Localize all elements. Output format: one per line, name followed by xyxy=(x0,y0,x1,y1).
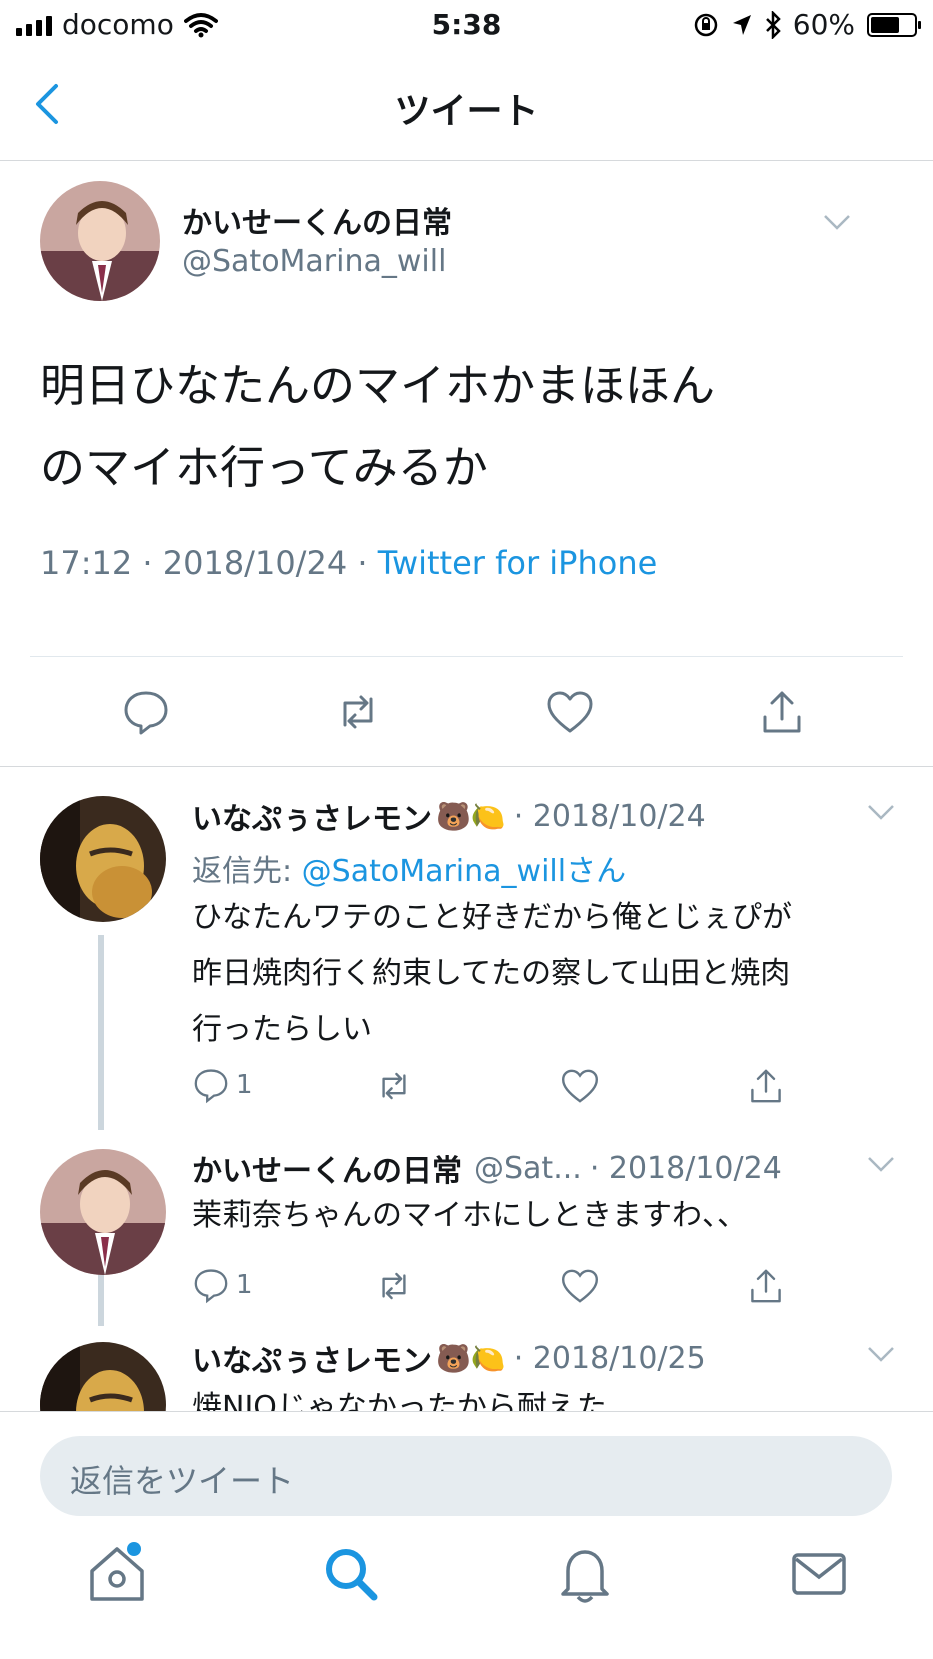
reply-header: いなぷぅさレモン 🐻🍋 · 2018/10/25 xyxy=(192,1336,706,1380)
notifications-icon[interactable] xyxy=(550,1539,620,1609)
like-icon[interactable] xyxy=(545,687,595,737)
reply-action-reply[interactable]: 1 xyxy=(192,1066,253,1104)
chevron-down-icon[interactable] xyxy=(866,1154,896,1174)
reply-author-name[interactable]: かいせーくんの日常 xyxy=(192,1146,462,1190)
reply-text: 茉莉奈ちゃんのマイホにしときますわ、、 xyxy=(192,1188,912,1244)
author-avatar[interactable] xyxy=(40,181,160,301)
retweet-icon[interactable] xyxy=(374,1066,414,1106)
reply-header: いなぷぅさレモン 🐻🍋 · 2018/10/24 xyxy=(192,794,706,838)
like-icon[interactable] xyxy=(560,1066,600,1106)
reply-text-line: ひなたんワテのこと好きだから俺とじぇぴが xyxy=(192,900,792,935)
tweet-source-link[interactable]: Twitter for iPhone xyxy=(378,544,658,582)
home-icon[interactable] xyxy=(82,1539,152,1609)
orientation-lock-icon xyxy=(694,13,718,36)
chevron-down-icon[interactable] xyxy=(822,212,852,232)
battery-icon xyxy=(867,12,921,37)
reply-to: 返信先: @SatoMarina_willさん xyxy=(192,846,626,890)
navigation-bar: ツイート xyxy=(0,52,933,161)
retweet-icon[interactable] xyxy=(374,1266,414,1306)
reply-input[interactable]: 返信をツイート xyxy=(40,1436,892,1516)
reply-text: ひなたんワテのこと好きだから俺とじぇぴが 昨日焼肉行く約束してたの察して山田と焼… xyxy=(192,890,912,1058)
thread-line xyxy=(98,1274,104,1326)
tweet-timestamp: 17:12 · 2018/10/24 · xyxy=(40,544,378,582)
divider xyxy=(30,656,903,657)
reply-count: 1 xyxy=(236,1070,253,1100)
battery-percent: 60% xyxy=(792,8,855,41)
reply-count: 1 xyxy=(236,1270,253,1300)
reply-text-line: 行ったらしい xyxy=(192,1012,372,1047)
chevron-down-icon[interactable] xyxy=(866,1344,896,1364)
reply-icon[interactable] xyxy=(121,687,171,737)
reply-date[interactable]: · 2018/10/24 xyxy=(590,1151,782,1186)
divider xyxy=(0,766,933,767)
reply-author-name[interactable]: いなぷぅさレモン xyxy=(192,794,432,838)
reply-icon[interactable] xyxy=(192,1066,230,1104)
reply-text-line: 昨日焼肉行く約束してたの察して山田と焼肉 xyxy=(192,956,791,991)
reply-author-emojis: 🐻🍋 xyxy=(436,1341,506,1375)
reply-text-line: 茉莉奈ちゃんのマイホにしときますわ、、 xyxy=(192,1198,747,1233)
status-bar: docomo 5:38 60% xyxy=(0,0,933,52)
messages-icon[interactable] xyxy=(784,1539,854,1609)
tab-bar xyxy=(0,1519,933,1659)
reply-icon[interactable] xyxy=(192,1266,230,1304)
author-name[interactable]: かいせーくんの日常 xyxy=(182,198,452,242)
tweet-text-line: 明日ひなたんのマイホかまほほん xyxy=(40,359,716,412)
reply-to-handle[interactable]: @SatoMarina_willさん xyxy=(302,854,626,889)
reply-composer-bar: 返信をツイート xyxy=(0,1411,933,1520)
reply-avatar[interactable] xyxy=(40,796,166,922)
share-icon[interactable] xyxy=(757,687,807,737)
reply-author-name[interactable]: いなぷぅさレモン xyxy=(192,1336,432,1380)
reply-author-handle[interactable]: @Sat... xyxy=(474,1151,582,1186)
reply-action-reply[interactable]: 1 xyxy=(192,1266,253,1304)
chevron-down-icon[interactable] xyxy=(866,802,896,822)
retweet-icon[interactable] xyxy=(333,687,383,737)
thread-line xyxy=(98,935,104,1130)
tweet-text: 明日ひなたんのマイホかまほほん のマイホ行ってみるか xyxy=(40,345,900,509)
author-handle[interactable]: @SatoMarina_will xyxy=(182,244,446,279)
location-icon xyxy=(732,14,751,35)
reply-header: かいせーくんの日常 @Sat... · 2018/10/24 xyxy=(192,1146,782,1190)
reply-author-emojis: 🐻🍋 xyxy=(436,799,506,833)
tweet-meta: 17:12 · 2018/10/24 · Twitter for iPhone xyxy=(40,544,657,582)
share-icon[interactable] xyxy=(746,1266,786,1306)
reply-to-label: 返信先: xyxy=(192,854,302,889)
tweet-text-line: のマイホ行ってみるか xyxy=(40,441,488,494)
status-right-group: 60% xyxy=(693,8,921,41)
search-icon[interactable] xyxy=(316,1539,386,1609)
reply-avatar[interactable] xyxy=(40,1149,166,1275)
bluetooth-icon xyxy=(765,10,781,39)
like-icon[interactable] xyxy=(560,1266,600,1306)
share-icon[interactable] xyxy=(746,1066,786,1106)
reply-date[interactable]: · 2018/10/24 xyxy=(514,799,706,834)
page-title: ツイート xyxy=(394,91,539,132)
reply-date[interactable]: · 2018/10/25 xyxy=(514,1341,706,1376)
